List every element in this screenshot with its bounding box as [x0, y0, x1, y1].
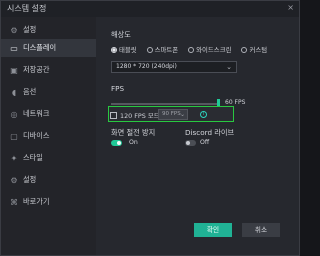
- hfps-checkbox[interactable]: [110, 112, 117, 119]
- network-icon: ◎: [10, 109, 18, 119]
- info-icon[interactable]: i: [200, 111, 207, 118]
- screen-sleep-toggle[interactable]: [111, 140, 122, 146]
- shortcut-icon: ⌘: [10, 197, 18, 207]
- title-bar: 시스템 설정 ×: [1, 1, 299, 17]
- hfps-select[interactable]: 90 FPS ⌄: [158, 109, 188, 120]
- discord-state: Off: [200, 139, 210, 146]
- sidebar-item-label: 설정: [23, 25, 37, 34]
- radio-label: 스마트폰: [154, 46, 179, 54]
- chevron-down-icon: ⌄: [226, 63, 232, 71]
- radio-label: 태블릿: [119, 46, 137, 54]
- sidebar-item-label: 음선: [23, 87, 37, 96]
- sidebar-item-network[interactable]: ◎ 네트워크: [1, 105, 96, 123]
- sidebar-item-label: 설정: [23, 175, 37, 184]
- sidebar: ⚙ 설정 ▭ 디스플레이 ▣ 저장공간 ◖ 음선 ◎ 네트워크 ▢ 디바이스 ✦…: [1, 17, 96, 255]
- storage-icon: ▣: [10, 65, 18, 75]
- screen-sleep-state: On: [129, 139, 138, 146]
- discord-toggle[interactable]: [185, 140, 196, 146]
- sidebar-item-label: 네트워크: [23, 109, 50, 118]
- resolution-radio-group: 태블릿 스마트폰 와이드스크린 커스텀: [111, 45, 267, 54]
- fps-value: 60 FPS: [225, 99, 246, 106]
- resolution-option-custom[interactable]: 커스텀: [241, 45, 267, 54]
- resolution-value: 1280 * 720 (240dpi): [116, 63, 177, 70]
- fps-label: FPS: [111, 84, 125, 93]
- sidebar-item-label: 스타일: [23, 153, 43, 162]
- settings-window: 시스템 설정 × ⚙ 설정 ▭ 디스플레이 ▣ 저장공간 ◖ 음선 ◎ 네트워크…: [0, 0, 300, 256]
- window-title: 시스템 설정: [7, 4, 47, 13]
- resolution-label: 해상도: [111, 30, 131, 39]
- discord-label: Discord 라이브: [185, 128, 235, 137]
- display-settings-panel: 해상도 태블릿 스마트폰 와이드스크린 커스텀 1280 * 720 (240d…: [96, 17, 299, 255]
- radio-icon: [188, 46, 195, 53]
- hfps-select-value: 90 FPS: [162, 111, 181, 117]
- sidebar-item-settings[interactable]: ⚙ 설정: [1, 21, 96, 39]
- settings-icon: ⚙: [10, 175, 18, 185]
- gear-icon: ⚙: [10, 25, 18, 35]
- resolution-select[interactable]: 1280 * 720 (240dpi) ⌄: [111, 61, 237, 73]
- sidebar-item-label: 디스플레이: [23, 43, 57, 52]
- sound-icon: ◖: [11, 87, 17, 97]
- device-icon: ▢: [10, 131, 18, 141]
- screen-sleep-label: 화면 절전 방지: [111, 128, 156, 137]
- ok-button[interactable]: 확인: [194, 223, 232, 237]
- sidebar-item-display[interactable]: ▭ 디스플레이: [1, 39, 96, 57]
- close-icon[interactable]: ×: [287, 3, 294, 12]
- cancel-button[interactable]: 취소: [242, 223, 280, 237]
- radio-icon: [146, 46, 153, 53]
- sidebar-item-label: 디바이스: [23, 131, 50, 140]
- chevron-down-icon: ⌄: [179, 111, 185, 118]
- radio-icon: [241, 46, 248, 53]
- toggle-knob: [186, 141, 190, 145]
- sidebar-item-label: 저장공간: [23, 65, 50, 74]
- resolution-option-tablet[interactable]: 태블릿: [111, 45, 137, 54]
- sidebar-item-shortcut[interactable]: ⌘ 바로가기: [1, 193, 96, 211]
- sidebar-item-label: 바로가기: [23, 197, 50, 206]
- resolution-option-phone[interactable]: 스마트폰: [146, 45, 179, 54]
- radio-label: 와이드스크린: [196, 46, 232, 54]
- sidebar-item-sound[interactable]: ◖ 음선: [1, 83, 96, 101]
- radio-selected-icon: [111, 46, 117, 53]
- sidebar-item-style[interactable]: ✦ 스타일: [1, 149, 96, 167]
- fps-slider-track[interactable]: [111, 103, 219, 105]
- sidebar-item-advanced[interactable]: ⚙ 설정: [1, 171, 96, 189]
- resolution-option-widescreen[interactable]: 와이드스크린: [188, 45, 231, 54]
- sidebar-item-storage[interactable]: ▣ 저장공간: [1, 61, 96, 79]
- style-icon: ✦: [10, 153, 18, 163]
- sidebar-item-device[interactable]: ▢ 디바이스: [1, 127, 96, 145]
- hfps-label: 120 FPS 모드: [120, 112, 160, 120]
- radio-label: 커스텀: [249, 46, 268, 54]
- display-icon: ▭: [10, 43, 18, 53]
- toggle-knob: [117, 141, 121, 145]
